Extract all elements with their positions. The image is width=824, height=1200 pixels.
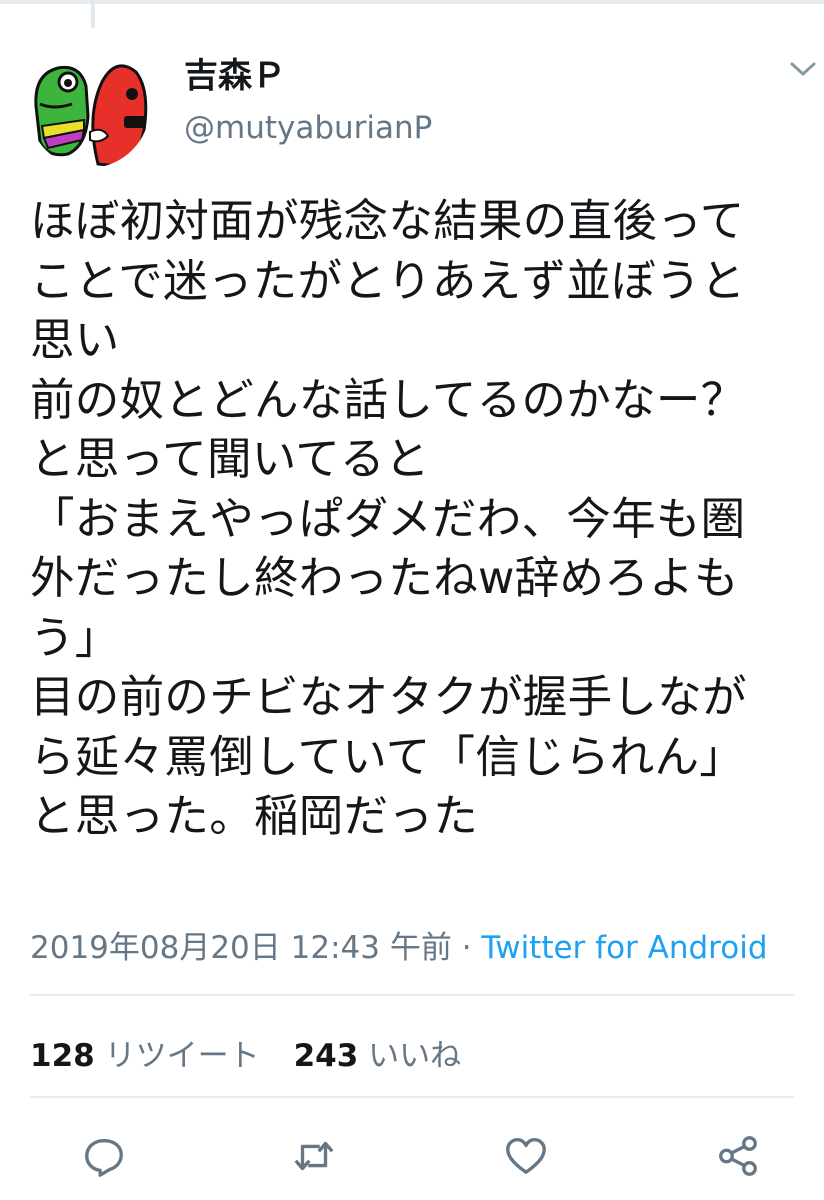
retweet-label: リツイート	[104, 1038, 260, 1074]
retweet-count: 128	[30, 1038, 95, 1074]
timestamp[interactable]: 2019年08月20日 12:43 午前	[30, 930, 452, 966]
divider	[30, 994, 794, 996]
engagement-stats: 128 リツイート 243 いいね	[30, 1030, 461, 1075]
share-icon	[719, 1136, 757, 1176]
reply-button[interactable]	[76, 1128, 132, 1184]
share-button[interactable]	[710, 1128, 766, 1184]
avatar-illustration	[28, 46, 150, 168]
like-count: 243	[293, 1038, 359, 1074]
source-link[interactable]: Twitter for Android	[481, 930, 767, 966]
like-stat[interactable]: 243 いいね	[294, 1038, 462, 1074]
retweet-icon	[294, 1141, 334, 1171]
heart-icon	[506, 1138, 546, 1174]
meta-separator: ·	[451, 930, 482, 966]
thread-connector-line	[91, 0, 95, 28]
retweet-button[interactable]	[286, 1128, 342, 1184]
display-name[interactable]: 吉森Ｐ	[184, 48, 286, 97]
divider	[30, 1096, 794, 1098]
retweet-stat[interactable]: 128 リツイート	[30, 1038, 260, 1074]
tweet-text: ほぼ初対面が残念な結果の直後って ことで迷ったがとりあえず並ぼうと 思い 前の奴…	[30, 196, 747, 842]
reply-icon	[85, 1138, 123, 1177]
like-button[interactable]	[498, 1128, 554, 1184]
avatar[interactable]	[28, 46, 150, 168]
like-label: いいね	[368, 1038, 462, 1074]
action-bar	[0, 1128, 824, 1184]
top-border	[0, 0, 824, 4]
user-handle[interactable]: @mutyaburianP	[184, 110, 432, 146]
chevron-down-icon[interactable]	[788, 58, 818, 80]
tweet-metadata: 2019年08月20日 12:43 午前 · Twitter for Andro…	[30, 922, 768, 967]
